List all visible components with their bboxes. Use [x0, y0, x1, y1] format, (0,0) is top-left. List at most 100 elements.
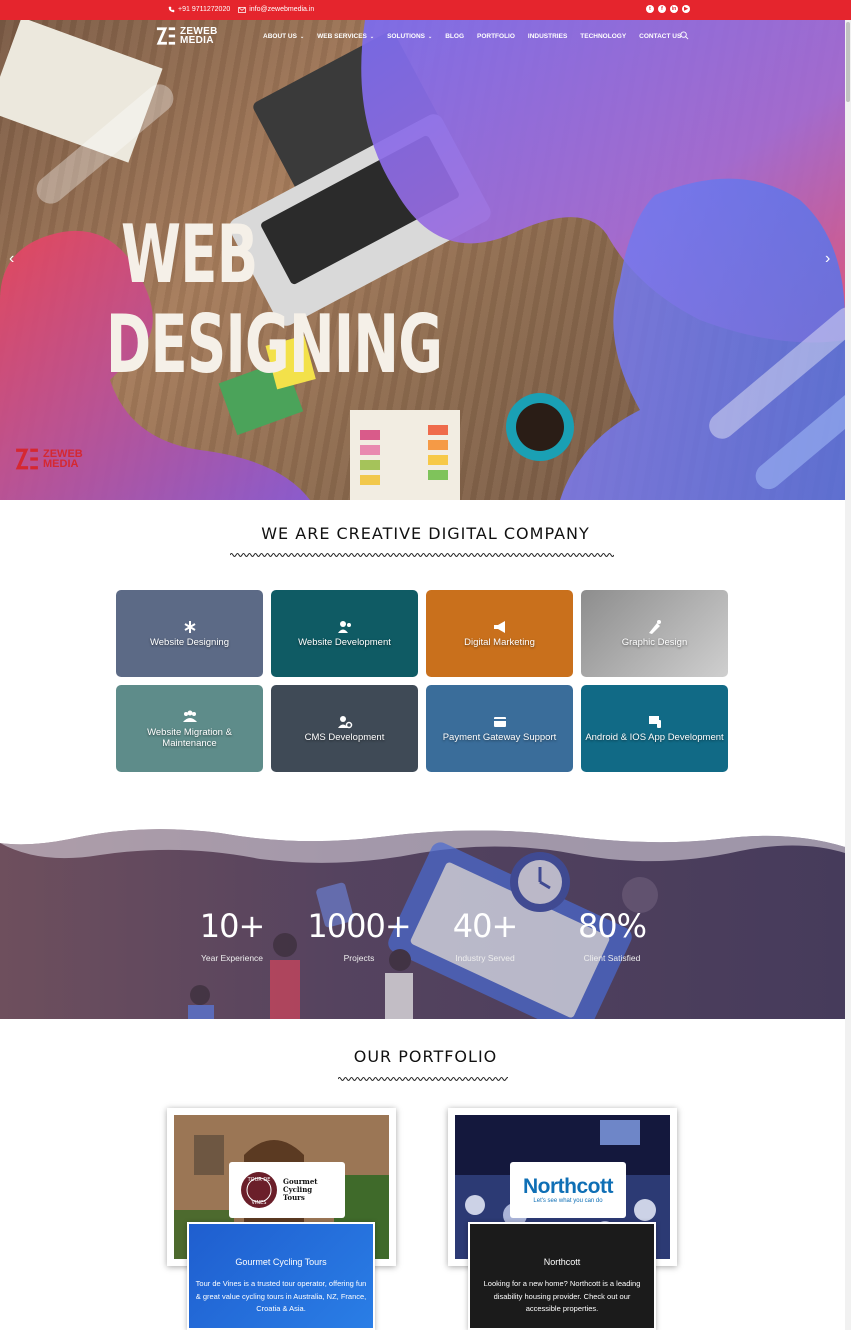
portfolio-logo: TOUR DE VINES Gourmet Cycling Tours	[229, 1162, 345, 1218]
stat-label: Year Experience	[200, 953, 264, 963]
stat-industries: 40+ Industry Served	[430, 907, 540, 963]
chevron-down-icon: ⌄	[369, 33, 375, 40]
social-links: t f in ▶	[646, 5, 690, 13]
nav-item-blog[interactable]: BLOG	[445, 33, 464, 40]
phone-link[interactable]: +91 9711272020	[168, 6, 230, 13]
stat-years: 10+ Year Experience	[177, 907, 287, 963]
nav-menu: ABOUT US ⌄ WEB SERVICES ⌄ SOLUTIONS ⌄ BLOG …	[263, 33, 694, 40]
title-divider	[230, 553, 614, 557]
nav-item-contact-us[interactable]: CONTACT US	[639, 33, 681, 40]
hero-title-line1: WEB	[120, 208, 258, 301]
hero-title: WEB DESIGNING	[106, 208, 443, 391]
hero-title-line2: DESIGNING	[106, 298, 443, 391]
portfolio-info-northcott: Northcott Looking for a new home? Northc…	[468, 1222, 656, 1330]
mobile-app-icon	[648, 716, 661, 728]
nav-item-portfolio[interactable]: PORTFOLIO	[477, 33, 515, 40]
service-card-digital-marketing[interactable]: Digital Marketing	[426, 590, 573, 677]
email-text: info@zewebmedia.in	[249, 6, 315, 13]
payment-icon	[493, 717, 506, 727]
stats-section: 10+ Year Experience 1000+ Projects 40+ I…	[0, 825, 845, 1019]
hero-slider: ZEWEB MEDIA ABOUT US ⌄ WEB SERVICES ⌄ SOLU…	[0, 20, 845, 500]
portfolio-title: OUR PORTFOLIO	[353, 1047, 498, 1066]
watermark-line2: MEDIA	[43, 458, 79, 470]
linkedin-icon[interactable]: in	[670, 5, 678, 13]
watermark-text: ZEWEB MEDIA	[43, 449, 83, 470]
portfolio-item-title: Northcott	[543, 1257, 581, 1267]
service-card-label: Website Migration & Maintenance	[147, 726, 232, 749]
hero-watermark-logo: ZEWEB MEDIA	[15, 448, 83, 470]
nav-label: ABOUT US	[263, 33, 297, 40]
logo-mark-icon	[15, 448, 38, 470]
search-icon[interactable]	[680, 31, 689, 40]
user-gear-icon	[337, 716, 352, 729]
design-icon	[648, 620, 661, 634]
users-icon	[182, 710, 197, 722]
nav-item-web-services[interactable]: WEB SERVICES ⌄	[317, 33, 374, 40]
service-card-label: CMS Development	[304, 732, 385, 743]
contact-info: +91 9711272020 info@zewebmedia.in	[168, 6, 314, 13]
nav-label: BLOG	[445, 33, 464, 40]
nav-label: WEB SERVICES	[317, 33, 367, 40]
portfolio-logo-tagline: Let's see what you can do	[533, 1198, 603, 1204]
seal-bottom-text: VINES	[252, 1200, 267, 1206]
facebook-icon[interactable]: f	[658, 5, 666, 13]
nav-label: CONTACT US	[639, 33, 682, 40]
portfolio-logo: Northcott Let's see what you can do	[510, 1162, 626, 1218]
service-card-website-development[interactable]: Website Development	[271, 590, 418, 677]
asterisk-icon	[183, 621, 196, 633]
services-title: WE ARE CREATIVE DIGITAL COMPANY	[261, 524, 590, 543]
service-card-website-migration[interactable]: Website Migration & Maintenance	[116, 685, 263, 772]
nav-item-industries[interactable]: INDUSTRIES	[528, 33, 567, 40]
megaphone-icon	[493, 621, 505, 633]
stat-label: Client Satisfied	[583, 953, 641, 963]
nav-label: PORTFOLIO	[477, 33, 515, 40]
phone-text: +91 9711272020	[178, 6, 231, 13]
main-nav: ZEWEB MEDIA ABOUT US ⌄ WEB SERVICES ⌄ SOLU…	[0, 20, 845, 60]
service-card-label: Payment Gateway Support	[442, 732, 557, 743]
services-grid: Website Designing Website Development Di…	[116, 590, 729, 772]
stats-illustration	[0, 825, 845, 1019]
seal-top-text: TOUR DE	[247, 1177, 271, 1183]
stat-number: 40+	[452, 907, 519, 945]
stat-number: 10+	[199, 907, 266, 945]
service-card-label: Android & IOS App Development	[585, 732, 724, 743]
portfolio-logo-name: Gourmet Cycling Tours	[283, 1177, 318, 1202]
stat-label: Projects	[343, 953, 375, 963]
service-card-graphic-design[interactable]: Graphic Design	[581, 590, 728, 677]
logo-mark-icon	[156, 27, 176, 45]
service-card-payment-gateway[interactable]: Payment Gateway Support	[426, 685, 573, 772]
portfolio-item-title: Gourmet Cycling Tours	[235, 1257, 327, 1267]
scrollbar-thumb[interactable]	[846, 22, 850, 102]
chevron-down-icon: ⌄	[428, 33, 433, 40]
youtube-icon[interactable]: ▶	[682, 5, 690, 13]
phone-icon	[168, 6, 175, 13]
stat-number: 80%	[577, 907, 647, 945]
nav-item-about-us[interactable]: ABOUT US ⌄	[263, 33, 304, 40]
site-logo[interactable]: ZEWEB MEDIA	[156, 26, 218, 46]
logo-text: ZEWEB MEDIA	[180, 27, 218, 46]
twitter-icon[interactable]: t	[646, 5, 654, 13]
portfolio-item-desc: Tour de Vines is a trusted tour operator…	[195, 1279, 367, 1313]
service-card-app-development[interactable]: Android & IOS App Development	[581, 685, 728, 772]
service-card-label: Digital Marketing	[464, 637, 535, 648]
page-scrollbar[interactable]	[845, 20, 851, 1330]
portfolio-info-gourmet: Gourmet Cycling Tours Tour de Vines is a…	[187, 1222, 375, 1330]
service-card-website-designing[interactable]: Website Designing	[116, 590, 263, 677]
slider-prev-icon[interactable]: ‹	[9, 250, 14, 268]
stat-label: Industry Served	[455, 953, 515, 963]
portfolio-logo-name: Northcott	[523, 1175, 613, 1198]
nav-item-technology[interactable]: TECHNOLOGY	[580, 33, 626, 40]
stat-satisfaction: 80% Client Satisfied	[557, 907, 667, 963]
slider-next-icon[interactable]: ›	[825, 250, 830, 268]
stat-projects: 1000+ Projects	[304, 907, 414, 963]
nav-item-solutions[interactable]: SOLUTIONS ⌄	[387, 33, 432, 40]
service-card-label: Graphic Design	[621, 637, 688, 648]
chevron-down-icon: ⌄	[299, 33, 305, 40]
email-link[interactable]: info@zewebmedia.in	[238, 6, 314, 13]
stat-number: 1000+	[307, 907, 411, 945]
service-card-label: Website Designing	[149, 637, 230, 648]
service-card-cms-development[interactable]: CMS Development	[271, 685, 418, 772]
top-bar: +91 9711272020 info@zewebmedia.in t f in…	[0, 0, 851, 20]
service-card-label: Website Development	[298, 637, 391, 648]
nav-label: INDUSTRIES	[527, 33, 568, 40]
